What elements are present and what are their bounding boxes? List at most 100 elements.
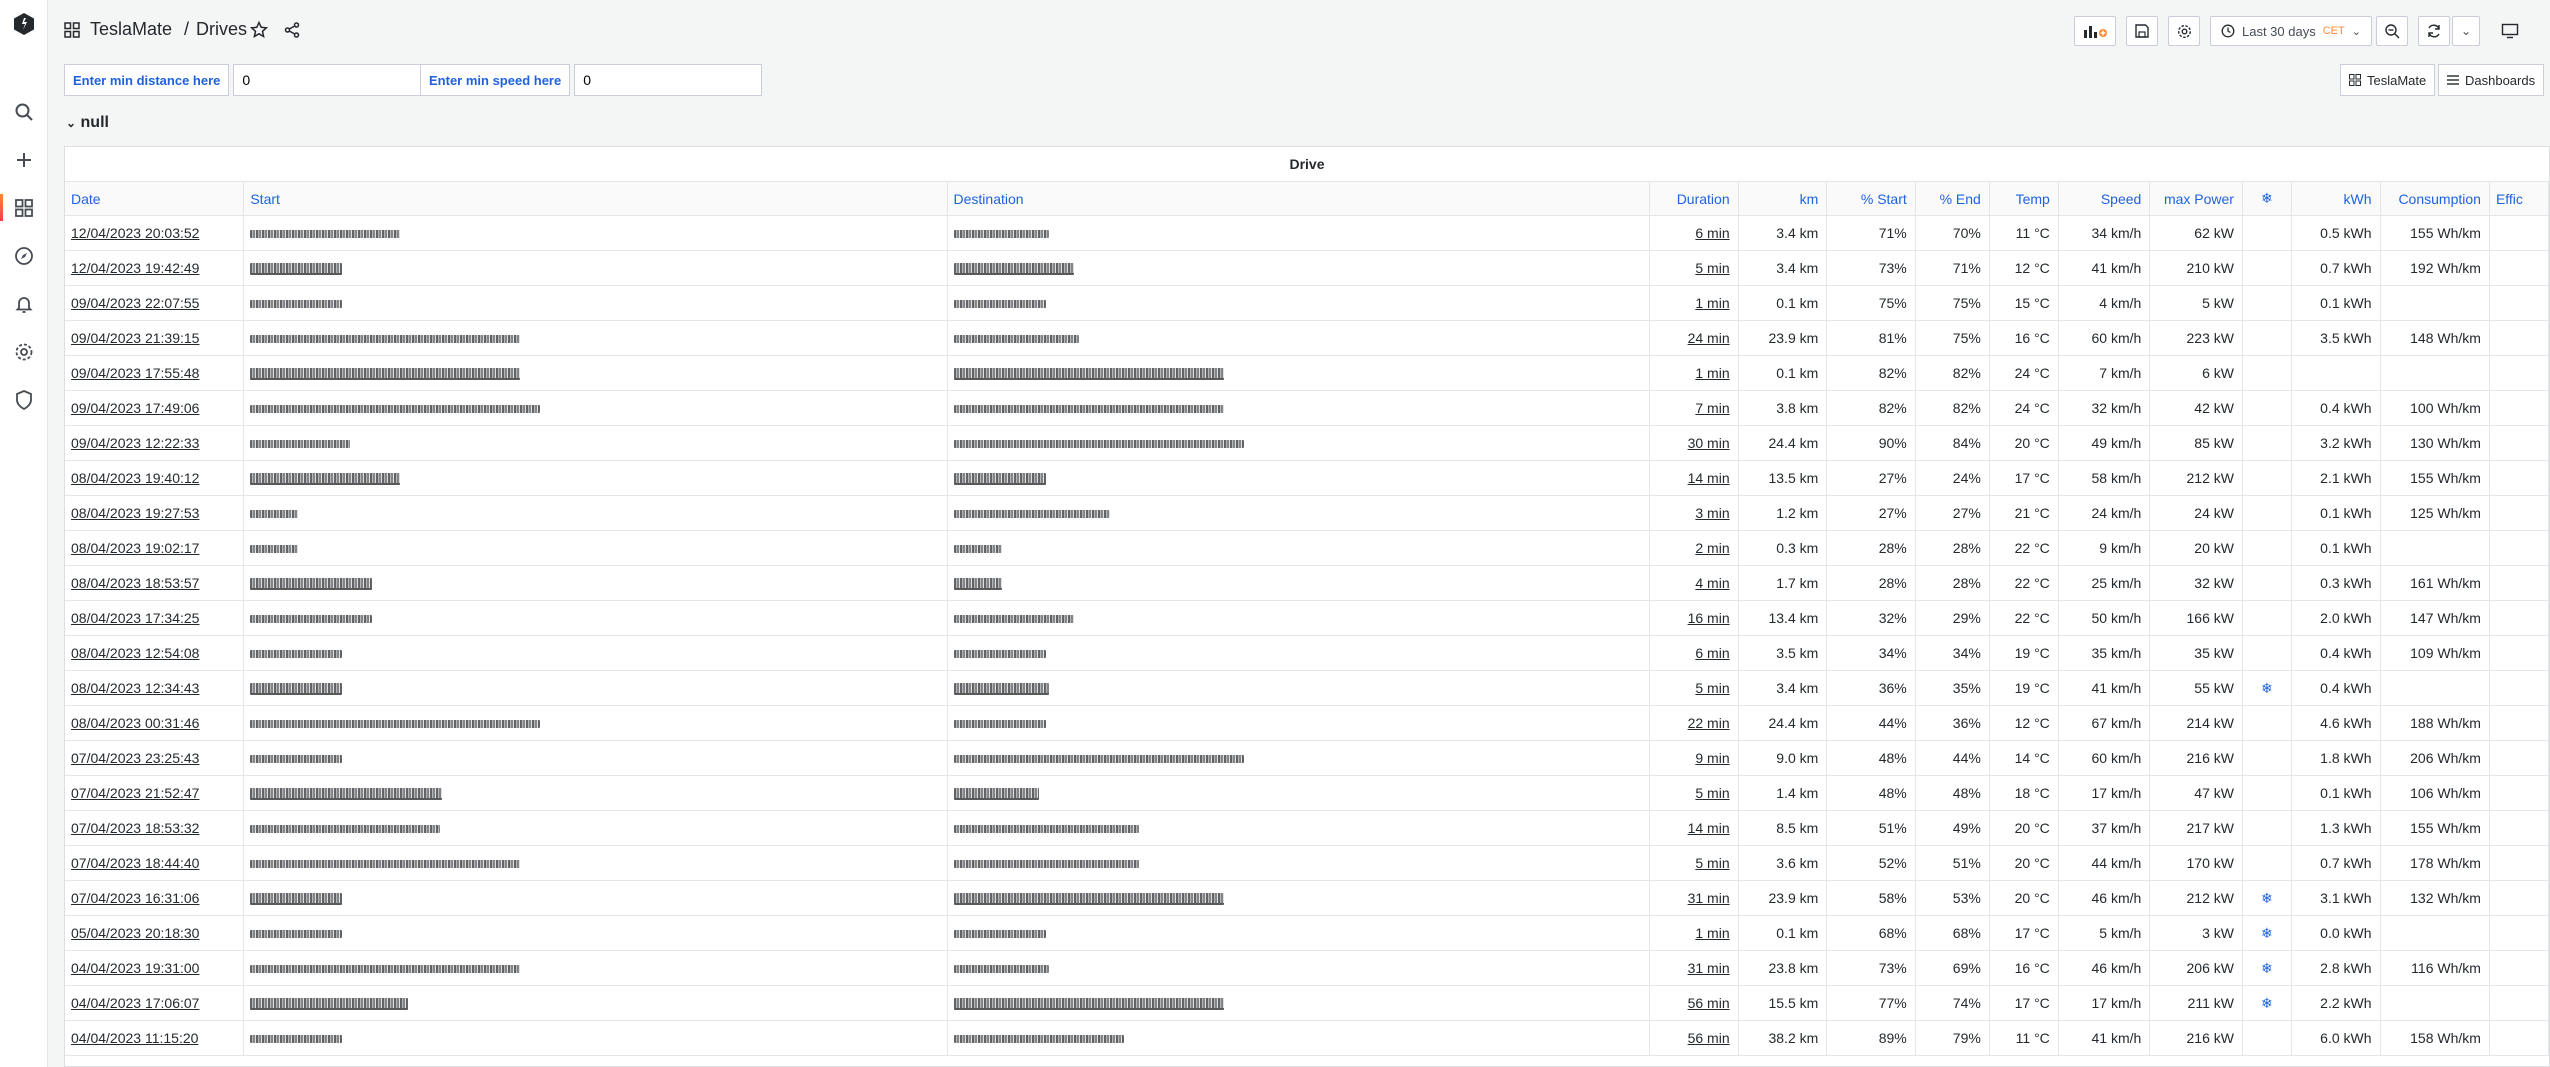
duration-cell[interactable]: 6 min (1649, 635, 1739, 671)
table-row[interactable]: 07/04/2023 18:44:40 5 min 3.6 km 52% 51% 20 °… (65, 845, 2549, 881)
date-cell[interactable]: 08/04/2023 00:31:46 (65, 705, 245, 741)
destination-address-cell[interactable] (947, 985, 1650, 1021)
table-row[interactable]: 09/04/2023 17:49:06 7 min 3.8 km 82% 82% 24 °… (65, 390, 2549, 426)
destination-address-cell[interactable] (947, 775, 1650, 811)
date-value[interactable]: 07/04/2023 16:31:06 (71, 890, 199, 906)
duration-value[interactable]: 6 min (1695, 225, 1729, 241)
zoom-out-button[interactable] (2376, 16, 2408, 46)
duration-value[interactable]: 5 min (1695, 680, 1729, 696)
table-row[interactable]: 07/04/2023 21:52:47 5 min 1.4 km 48% 48% 18 °… (65, 775, 2549, 811)
date-cell[interactable]: 08/04/2023 19:40:12 (65, 460, 245, 496)
destination-address-cell[interactable] (947, 565, 1650, 601)
date-value[interactable]: 07/04/2023 18:44:40 (71, 855, 199, 871)
snowflake-cell[interactable] (2242, 600, 2292, 636)
date-value[interactable]: 08/04/2023 18:53:57 (71, 575, 199, 591)
destination-address-cell[interactable] (947, 880, 1650, 916)
destination-address-cell[interactable] (947, 950, 1650, 986)
snowflake-cell[interactable] (2242, 635, 2292, 671)
destination-address-cell[interactable] (947, 740, 1650, 776)
date-value[interactable]: 07/04/2023 18:53:32 (71, 820, 199, 836)
table-row[interactable]: 08/04/2023 17:34:25 16 min 13.4 km 32% 29% 22… (65, 600, 2549, 636)
start-address-cell[interactable] (243, 425, 948, 461)
snowflake-cell[interactable] (2242, 740, 2292, 776)
start-address-cell[interactable] (243, 250, 948, 286)
settings-gear-icon[interactable] (10, 338, 37, 365)
duration-value[interactable]: 5 min (1695, 785, 1729, 801)
duration-cell[interactable]: 3 min (1649, 495, 1739, 531)
snowflake-value[interactable]: ❄ (2261, 995, 2273, 1011)
destination-address-cell[interactable] (947, 810, 1650, 846)
duration-cell[interactable]: 16 min (1649, 600, 1739, 636)
table-row[interactable]: 09/04/2023 22:07:55 1 min 0.1 km 75% 75% 15 °… (65, 285, 2549, 321)
column-header-km[interactable]: km (1738, 182, 1828, 216)
column-header-date[interactable]: Date (65, 182, 245, 216)
column-header-percent-start[interactable]: % Start (1826, 182, 1916, 216)
search-icon[interactable] (10, 98, 37, 125)
date-cell[interactable]: 07/04/2023 21:52:47 (65, 775, 245, 811)
column-header-snowflake[interactable]: ❄ (2242, 182, 2292, 216)
date-value[interactable]: 08/04/2023 19:27:53 (71, 505, 199, 521)
snowflake-cell[interactable]: ❄ (2242, 950, 2292, 986)
snowflake-cell[interactable] (2242, 775, 2292, 811)
duration-value[interactable]: 4 min (1695, 575, 1729, 591)
start-address-cell[interactable] (243, 950, 948, 986)
date-cell[interactable]: 07/04/2023 16:31:06 (65, 880, 245, 916)
duration-cell[interactable]: 56 min (1649, 1020, 1739, 1056)
date-cell[interactable]: 08/04/2023 19:02:17 (65, 530, 245, 566)
duration-value[interactable]: 30 min (1688, 435, 1730, 451)
date-cell[interactable]: 07/04/2023 18:44:40 (65, 845, 245, 881)
column-header-temp[interactable]: Temp (1989, 182, 2059, 216)
duration-value[interactable]: 1 min (1695, 365, 1729, 381)
duration-value[interactable]: 5 min (1695, 260, 1729, 276)
date-value[interactable]: 08/04/2023 19:02:17 (71, 540, 199, 556)
date-value[interactable]: 09/04/2023 12:22:33 (71, 435, 199, 451)
start-address-cell[interactable] (243, 320, 948, 356)
date-value[interactable]: 05/04/2023 20:18:30 (71, 925, 199, 941)
date-value[interactable]: 08/04/2023 00:31:46 (71, 715, 199, 731)
destination-address-cell[interactable] (947, 425, 1650, 461)
date-cell[interactable]: 05/04/2023 20:18:30 (65, 915, 245, 951)
duration-value[interactable]: 31 min (1688, 890, 1730, 906)
start-address-cell[interactable] (243, 810, 948, 846)
snowflake-cell[interactable] (2242, 320, 2292, 356)
start-address-cell[interactable] (243, 215, 948, 251)
table-row[interactable]: 07/04/2023 16:31:06 31 min 23.9 km 58% 53% 20… (65, 880, 2549, 916)
date-cell[interactable]: 04/04/2023 19:31:00 (65, 950, 245, 986)
time-range-picker[interactable]: Last 30 days CET ⌄ (2210, 16, 2372, 46)
duration-cell[interactable]: 14 min (1649, 810, 1739, 846)
table-row[interactable]: 04/04/2023 19:31:00 31 min 23.8 km 73% 69% 16… (65, 950, 2549, 986)
star-icon[interactable] (249, 20, 269, 44)
table-row[interactable]: 09/04/2023 21:39:15 24 min 23.9 km 81% 75% 16… (65, 320, 2549, 356)
start-address-cell[interactable] (243, 705, 948, 741)
column-header-destination[interactable]: Destination (947, 182, 1650, 216)
snowflake-cell[interactable] (2242, 355, 2292, 391)
destination-address-cell[interactable] (947, 390, 1650, 426)
start-address-cell[interactable] (243, 670, 948, 706)
date-cell[interactable]: 09/04/2023 17:49:06 (65, 390, 245, 426)
date-cell[interactable]: 08/04/2023 19:27:53 (65, 495, 245, 531)
date-cell[interactable]: 04/04/2023 17:06:07 (65, 985, 245, 1021)
duration-value[interactable]: 56 min (1688, 1030, 1730, 1046)
destination-address-cell[interactable] (947, 495, 1650, 531)
start-address-cell[interactable] (243, 845, 948, 881)
snowflake-cell[interactable]: ❄ (2242, 670, 2292, 706)
duration-cell[interactable]: 5 min (1649, 250, 1739, 286)
snowflake-cell[interactable] (2242, 250, 2292, 286)
duration-cell[interactable]: 30 min (1649, 425, 1739, 461)
table-row[interactable]: 05/04/2023 20:18:30 1 min 0.1 km 68% 68% 17 °… (65, 915, 2549, 951)
alerting-bell-icon[interactable] (10, 290, 37, 317)
min-speed-input[interactable] (574, 64, 763, 96)
date-cell[interactable]: 12/04/2023 20:03:52 (65, 215, 245, 251)
destination-address-cell[interactable] (947, 1020, 1650, 1056)
date-value[interactable]: 08/04/2023 17:34:25 (71, 610, 199, 626)
destination-address-cell[interactable] (947, 215, 1650, 251)
date-cell[interactable]: 07/04/2023 23:25:43 (65, 740, 245, 776)
duration-value[interactable]: 6 min (1695, 645, 1729, 661)
duration-cell[interactable]: 56 min (1649, 985, 1739, 1021)
table-row[interactable]: 08/04/2023 18:53:57 4 min 1.7 km 28% 28% 22 °… (65, 565, 2549, 601)
snowflake-cell[interactable] (2242, 810, 2292, 846)
destination-address-cell[interactable] (947, 355, 1650, 391)
table-row[interactable]: 08/04/2023 19:27:53 3 min 1.2 km 27% 27% 21 °… (65, 495, 2549, 531)
snowflake-cell[interactable] (2242, 215, 2292, 251)
destination-address-cell[interactable] (947, 320, 1650, 356)
